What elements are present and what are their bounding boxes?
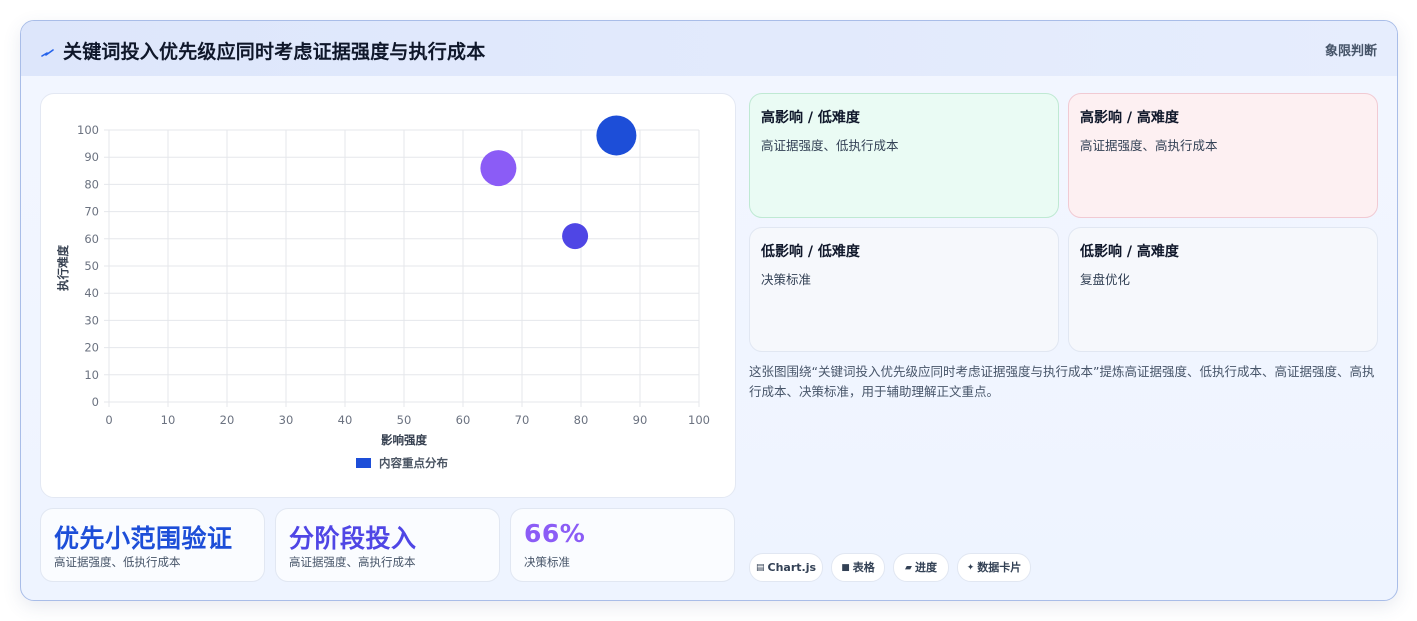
lightning-icon — [41, 43, 54, 62]
y-tick-label: 100 — [77, 123, 99, 137]
legend-label: 内容重点分布 — [379, 456, 448, 470]
quadrant-desc: 高证据强度、低执行成本 — [761, 138, 899, 153]
x-tick-label: 100 — [688, 413, 710, 427]
y-tick-label: 90 — [84, 150, 99, 164]
y-axis-label: 执行难度 — [56, 245, 70, 291]
bubble-point — [480, 150, 517, 187]
y-tick-label: 60 — [84, 232, 99, 246]
quadrant-desc: 高证据强度、高执行成本 — [1080, 138, 1218, 153]
y-tick-label: 80 — [84, 177, 99, 191]
quadrant-desc: 复盘优化 — [1080, 272, 1131, 287]
x-tick-label: 50 — [397, 413, 412, 427]
x-tick-label: 40 — [338, 413, 353, 427]
stat-value: 66% — [524, 519, 586, 548]
quadrant-title: 低影响 / 低难度 — [761, 244, 860, 260]
table-icon: ■ — [841, 563, 850, 573]
x-tick-label: 60 — [456, 413, 471, 427]
chip-progress[interactable]: ▰ 进度 — [893, 553, 949, 582]
y-tick-label: 10 — [84, 368, 99, 382]
stat-value: 分阶段投入 — [289, 524, 417, 553]
y-tick-label: 20 — [84, 341, 99, 355]
page-title: 关键词投入优先级应同时考虑证据强度与执行成本 — [63, 41, 486, 63]
bubble-point — [562, 223, 589, 250]
sparkle-icon: ✦ — [966, 563, 975, 573]
bubble-point — [596, 115, 637, 156]
y-tick-label: 50 — [84, 259, 99, 273]
stat-card-3: 66% 决策标准 — [510, 508, 735, 582]
y-tick-label: 0 — [92, 395, 99, 409]
stat-label: 高证据强度、高执行成本 — [289, 555, 416, 569]
stat-label: 决策标准 — [524, 555, 570, 569]
summary-text: 这张图围绕“关键词投入优先级应同时考虑证据强度与执行成本”提炼高证据强度、低执行… — [749, 364, 1375, 399]
chart-icon: ▤ — [755, 563, 765, 573]
quadrant-desc: 决策标准 — [761, 272, 812, 287]
chip-chartjs[interactable]: ▤ Chart.js — [749, 553, 823, 582]
chip-label: 数据卡片 — [977, 561, 1022, 574]
x-tick-label: 80 — [574, 413, 589, 427]
x-tick-label: 10 — [161, 413, 176, 427]
x-tick-label: 70 — [515, 413, 530, 427]
x-tick-label: 90 — [633, 413, 648, 427]
x-tick-label: 30 — [279, 413, 294, 427]
progress-icon: ▰ — [905, 563, 912, 573]
x-axis-label: 影响强度 — [381, 433, 427, 447]
quadrant-low-impact-low-difficulty: 低影响 / 低难度 决策标准 — [749, 227, 1059, 352]
stat-card-1: 优先小范围验证 高证据强度、低执行成本 — [40, 508, 265, 582]
y-tick-label: 70 — [84, 205, 99, 219]
header-tag: 象限判断 — [1324, 44, 1377, 59]
quadrant-high-impact-high-difficulty: 高影响 / 高难度 高证据强度、高执行成本 — [1068, 93, 1378, 218]
card: 关键词投入优先级应同时考虑证据强度与执行成本 象限判断 0 10 20 30 40 50 6… — [20, 20, 1398, 601]
chip-table[interactable]: ■ 表格 — [831, 553, 885, 582]
chip-label: 进度 — [914, 561, 937, 574]
quadrant-title: 高影响 / 高难度 — [1080, 110, 1179, 126]
stat-value: 优先小范围验证 — [54, 524, 233, 553]
header: 关键词投入优先级应同时考虑证据强度与执行成本 象限判断 — [21, 21, 1397, 76]
y-tick-label: 30 — [84, 313, 99, 327]
chip-label: 表格 — [852, 561, 875, 574]
chip-data-card[interactable]: ✦ 数据卡片 — [957, 553, 1031, 582]
x-tick-label: 0 — [105, 413, 112, 427]
quadrant-title: 低影响 / 高难度 — [1080, 244, 1179, 260]
x-tick-label: 20 — [220, 413, 235, 427]
quadrant-low-impact-high-difficulty: 低影响 / 高难度 复盘优化 — [1068, 227, 1378, 352]
chart-panel: 0 10 20 30 40 50 60 70 80 90 100 0 10 20 30 40 50 60 70 80 9… — [40, 93, 736, 498]
stat-label: 高证据强度、低执行成本 — [54, 555, 181, 569]
chip-label: Chart.js — [767, 561, 817, 574]
y-tick-label: 40 — [84, 286, 99, 300]
quadrant-high-impact-low-difficulty: 高影响 / 低难度 高证据强度、低执行成本 — [749, 93, 1059, 218]
quadrant-title: 高影响 / 低难度 — [761, 110, 860, 126]
legend-swatch — [356, 458, 371, 468]
bubble-chart: 0 10 20 30 40 50 60 70 80 90 100 0 10 20 30 40 50 60 70 80 9… — [56, 115, 710, 470]
stat-card-2: 分阶段投入 高证据强度、高执行成本 — [275, 508, 500, 582]
